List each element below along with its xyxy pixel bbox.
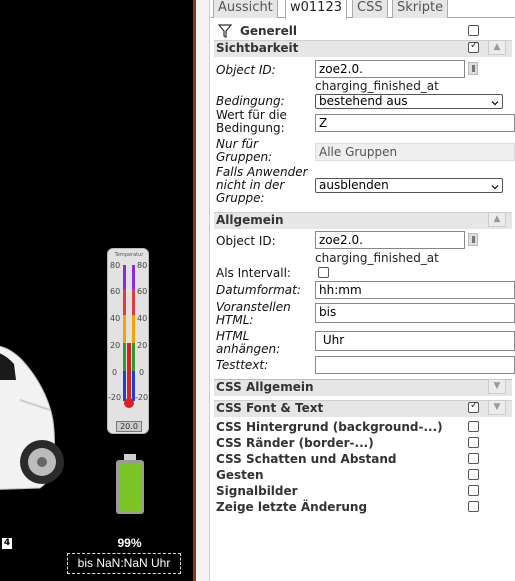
charging-end-time-widget[interactable]: bis NaN:NaN Uhr [67, 553, 181, 574]
thermometer-value: 20.0 [116, 421, 142, 432]
attributes-panel: Aussicht w01123 CSS Skripte Generell Sic… [211, 0, 515, 581]
battery-icon [116, 454, 144, 514]
css-background-checkbox[interactable] [468, 421, 479, 432]
thermo-tick-left: 80 [110, 261, 121, 270]
section-title: Sichtbarkeit [216, 41, 299, 55]
css-shadow-row[interactable]: CSS Schatten und Abstand [216, 452, 397, 466]
thermo-tick-left: 0 [112, 368, 118, 377]
condition-select-value: bestehend aus [319, 94, 408, 108]
collapse-up-icon[interactable]: ▲ [488, 40, 506, 55]
view-canvas: Temperatur 80 60 40 20 0 -20 80 60 40 20… [0, 0, 196, 581]
visibility-object-id-input[interactable]: zoe2.0. [315, 60, 465, 78]
object-select-button[interactable] [468, 62, 478, 75]
thermo-tick-right: -20 [135, 393, 149, 402]
thermo-tick-right: 40 [137, 314, 148, 323]
groups-label: Nur für Gruppen: [216, 137, 273, 164]
section-allgemein[interactable]: Allgemein [214, 212, 512, 229]
not-in-group-select[interactable]: ausblenden [315, 178, 503, 193]
prepend-html-input[interactable]: bis [315, 303, 515, 323]
condition-value-input[interactable]: Z [315, 114, 515, 132]
test-text-label: Testtext: [216, 358, 269, 372]
condition-value-label: Wert für die Bedingung: [216, 108, 287, 135]
object-id-label: Object ID: [216, 63, 276, 77]
tab-bar: Aussicht w01123 CSS Skripte [211, 0, 515, 19]
panel-divider[interactable] [196, 0, 210, 581]
gestures-row[interactable]: Gesten [216, 468, 264, 482]
css-background-row[interactable]: CSS Hintergrund (background-...) [216, 420, 443, 434]
collapse-up-icon[interactable]: ▲ [488, 212, 506, 227]
css-shadow-checkbox[interactable] [468, 453, 479, 464]
car-image [0, 345, 64, 490]
groups-select[interactable]: Alle Gruppen [315, 143, 515, 161]
battery-percent-text: 99% [117, 536, 142, 550]
object-select-button[interactable] [468, 233, 478, 246]
section-title: Allgemein [216, 213, 284, 227]
object-id-note: charging_finished_at [315, 79, 439, 93]
signal-images-row[interactable]: Signalbilder [216, 484, 298, 498]
prepend-html-label: Voranstellen HTML: [216, 300, 291, 327]
thermometer-widget: Temperatur 80 60 40 20 0 -20 80 60 40 20… [107, 248, 149, 434]
not-in-group-label: Falls Anwender nicht in der Gruppe: [216, 165, 308, 205]
date-format-input[interactable]: hh:mm [315, 281, 515, 299]
thermo-tick-right: 20 [137, 341, 148, 350]
date-format-label: Datumformat: [216, 283, 301, 297]
tab-widget-id[interactable]: w01123 [285, 0, 347, 19]
tab-css[interactable]: CSS [352, 0, 388, 18]
interval-label: Als Intervall: [216, 266, 291, 280]
condition-select[interactable]: bestehend aus [315, 94, 503, 109]
tab-aussicht[interactable]: Aussicht [213, 0, 278, 18]
signal-images-checkbox[interactable] [468, 485, 479, 496]
css-border-checkbox[interactable] [468, 437, 479, 448]
filter-icon [218, 24, 232, 38]
generell-checkbox[interactable] [468, 25, 479, 36]
thermo-tick-left: 20 [110, 341, 121, 350]
last-change-checkbox[interactable] [468, 501, 479, 512]
interval-checkbox[interactable] [318, 267, 329, 278]
append-html-label: HTML anhängen: [216, 329, 281, 356]
thermo-tick-left: 40 [110, 314, 121, 323]
thermo-tick-left: -20 [108, 393, 122, 402]
chevron-down-icon [491, 98, 499, 106]
test-text-input[interactable] [315, 356, 515, 374]
section-title: Generell [240, 24, 297, 38]
css-border-row[interactable]: CSS Ränder (border-...) [216, 436, 374, 450]
not-in-group-select-value: ausblenden [319, 178, 389, 192]
thermo-tick-right: 80 [137, 261, 148, 270]
collapse-down-icon[interactable]: ▼ [488, 379, 506, 394]
condition-label: Bedingung: [216, 94, 285, 108]
object-id-label: Object ID: [216, 234, 276, 248]
section-title: CSS Allgemein [216, 380, 314, 394]
last-change-row[interactable]: Zeige letzte Änderung [216, 500, 367, 514]
append-html-input[interactable]: Uhr [315, 331, 515, 351]
tab-skripte[interactable]: Skripte [392, 0, 449, 18]
section-css-allgemein[interactable]: CSS Allgemein [214, 379, 512, 396]
sichtbarkeit-checkbox[interactable] [468, 40, 479, 53]
gestures-checkbox[interactable] [468, 469, 479, 480]
object-id-input[interactable]: zoe2.0. [315, 231, 465, 249]
css-font-text-checkbox[interactable] [468, 400, 479, 413]
thermo-tick-left: 60 [110, 287, 121, 296]
chevron-down-icon [491, 182, 499, 190]
object-id-note: charging_finished_at [315, 251, 439, 265]
widget-badge: 4 [2, 538, 12, 549]
thermo-tick-right: 0 [139, 368, 145, 377]
section-title: CSS Font & Text [216, 401, 324, 415]
collapse-down-icon[interactable]: ▼ [488, 400, 506, 415]
thermo-tick-right: 60 [137, 287, 148, 296]
